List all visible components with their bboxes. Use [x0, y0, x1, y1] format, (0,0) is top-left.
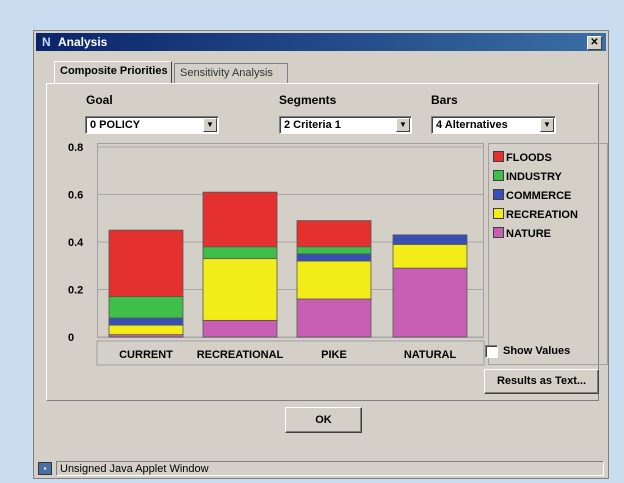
legend-label: COMMERCE: [506, 190, 572, 202]
show-values-label: Show Values: [503, 345, 571, 357]
legend-swatch: [493, 227, 504, 238]
x-category-label: CURRENT: [119, 349, 173, 361]
bar-segment-commerce-current: [108, 317, 184, 326]
bar-segment-industry-pike: [296, 246, 372, 255]
legend-item-nature: NATURE: [493, 227, 551, 240]
bar-segment-recreation-natural: [392, 243, 468, 269]
status-bar: ▪ Unsigned Java Applet Window: [38, 461, 606, 477]
legend-swatch: [493, 189, 504, 200]
bar-segment-nature-pike: [296, 298, 372, 338]
bar-segment-nature-natural: [392, 267, 468, 338]
applet-warning-icon: ▪: [38, 462, 52, 475]
legend-label: RECREATION: [506, 209, 578, 221]
legend-item-industry: INDUSTRY: [493, 170, 562, 183]
legend-swatch: [493, 170, 504, 181]
bar-segment-industry-current: [108, 296, 184, 319]
legend-label: FLOODS: [506, 152, 552, 164]
legend-label: NATURE: [506, 228, 552, 240]
bar-segment-recreation-current: [108, 324, 184, 336]
legend-item-floods: FLOODS: [493, 151, 552, 164]
tab-composite-priorities[interactable]: Composite Priorities: [54, 61, 172, 83]
legend-swatch: [493, 208, 504, 219]
y-tick-label: 0.4: [68, 237, 84, 249]
show-values-checkbox[interactable]: [485, 345, 498, 358]
bar-segment-floods-current: [108, 229, 184, 298]
y-tick-label: 0.8: [68, 142, 83, 154]
legend: FLOODS INDUSTRY COMMERCE RECREATION NATU…: [488, 143, 608, 365]
results-as-text-button[interactable]: Results as Text...: [484, 369, 599, 394]
x-category-label: NATURAL: [404, 349, 457, 361]
legend-swatch: [493, 151, 504, 162]
bar-segment-floods-pike: [296, 220, 372, 248]
analysis-window: N Analysis ✕ Composite Priorities Sensit…: [33, 30, 609, 479]
bar-segment-commerce-pike: [296, 253, 372, 262]
bar-segment-nature-recreational: [202, 319, 278, 338]
x-category-label: RECREATIONAL: [197, 349, 284, 361]
bar-segment-recreation-pike: [296, 260, 372, 300]
status-text: Unsigned Java Applet Window: [56, 461, 604, 476]
bar-segment-recreation-recreational: [202, 258, 278, 321]
legend-item-commerce: COMMERCE: [493, 189, 571, 202]
bar-segment-floods-recreational: [202, 191, 278, 248]
legend-item-recreation: RECREATION: [493, 208, 578, 221]
y-tick-label: 0.6: [68, 190, 83, 202]
legend-label: INDUSTRY: [506, 171, 562, 183]
y-tick-label: 0: [68, 332, 74, 344]
bar-segment-industry-recreational: [202, 246, 278, 260]
y-tick-label: 0.2: [68, 285, 83, 297]
x-category-label: PIKE: [321, 349, 347, 361]
ok-button[interactable]: OK: [285, 407, 362, 433]
bar-segment-commerce-natural: [392, 234, 468, 245]
